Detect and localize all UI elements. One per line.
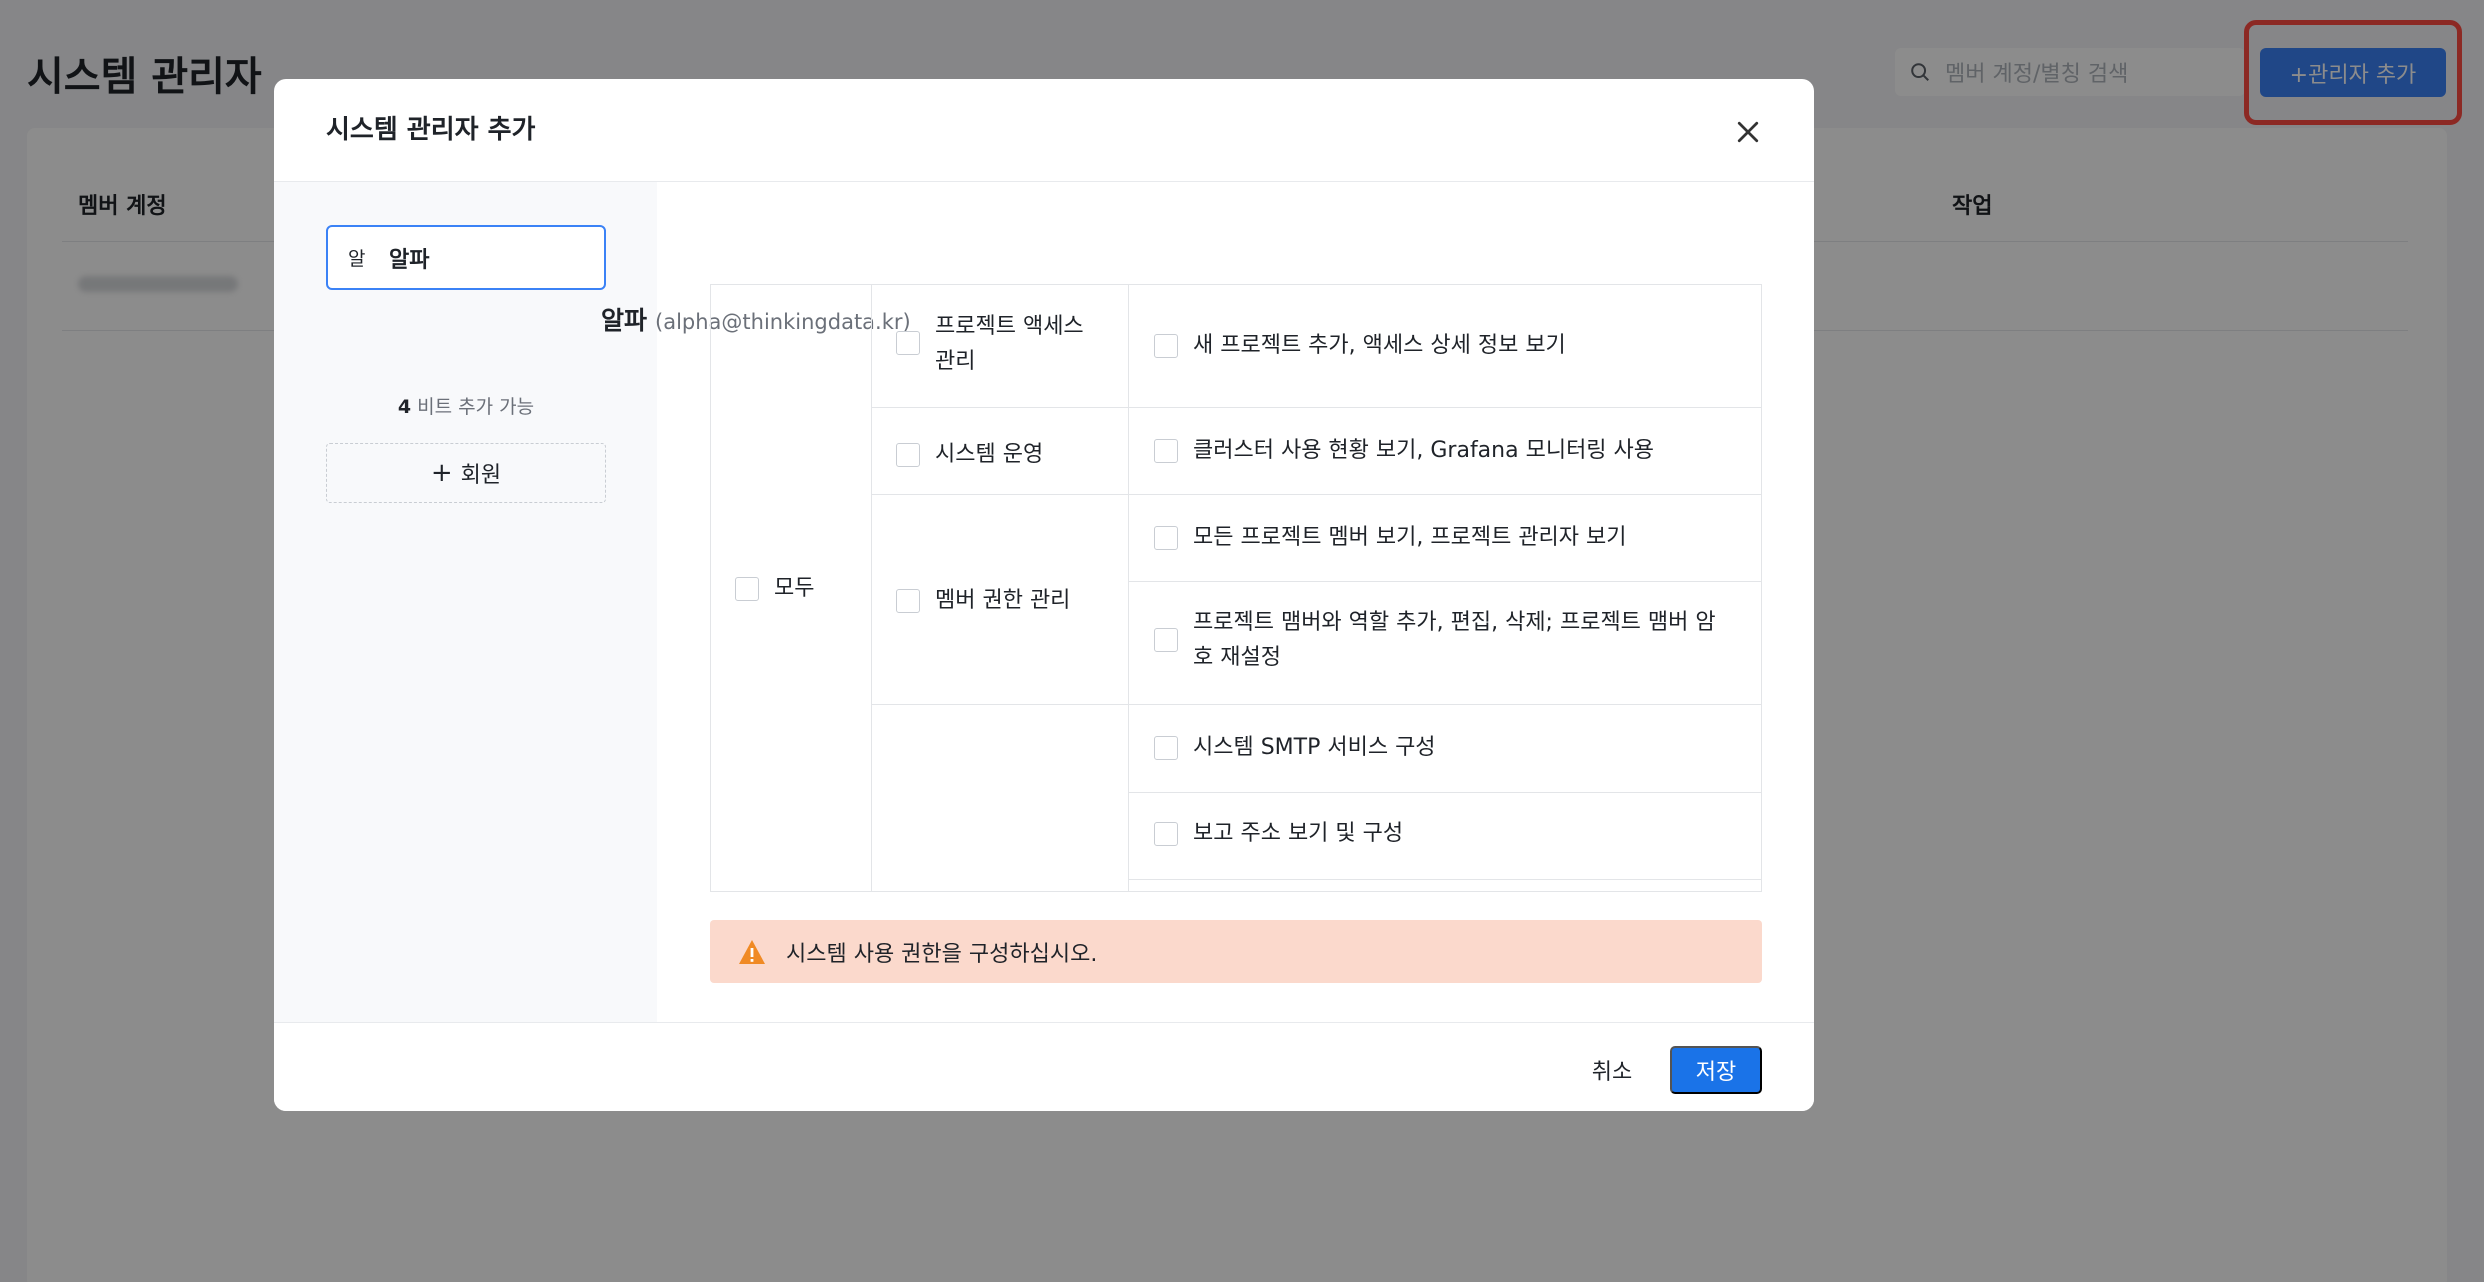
row-divider (1129, 494, 1761, 495)
permission-all-column: 모두 (711, 285, 872, 891)
warning-alert: 시스템 사용 권한을 구성하십시오. (710, 920, 1762, 983)
permission-group-label: 프로젝트 액세스 관리 (935, 314, 1084, 374)
permission-table: 모두 프로젝트 액세스 관리 시스템 운영 멤버 권한 관리 새 프로젝트 추가… (710, 284, 1762, 892)
checkbox-group-project-access[interactable] (896, 331, 920, 355)
checkbox-group-member-auth[interactable] (896, 588, 920, 613)
add-admin-modal: 시스템 관리자 추가 알 알파 4 비트 추가 가능 + 회원 알파 (alpha… (274, 79, 1814, 1111)
permission-group-label: 시스템 운영 (935, 442, 1044, 467)
member-item-selected[interactable]: 알 알파 (326, 225, 606, 290)
permission-group-member-auth[interactable]: 멤버 권한 관리 (896, 583, 1070, 618)
permission-all-label: 모두 (774, 576, 815, 601)
permission-item[interactable]: 보고 주소 보기 및 구성 (1154, 816, 1403, 851)
add-member-label: 회원 (460, 463, 502, 488)
permission-item-label: 새 프로젝트 추가, 액세스 상세 정보 보기 (1193, 333, 1566, 358)
permission-group-system-ops[interactable]: 시스템 운영 (896, 437, 1043, 472)
permission-item-label: 모든 프로젝트 멤버 보기, 프로젝트 관리자 보기 (1193, 525, 1627, 550)
permission-group-column: 프로젝트 액세스 관리 시스템 운영 멤버 권한 관리 (872, 285, 1129, 891)
permission-item[interactable]: 모든 프로젝트 멤버 보기, 프로젝트 관리자 보기 (1154, 520, 1627, 555)
add-member-button[interactable]: + 회원 (326, 443, 606, 503)
row-divider (1129, 704, 1761, 705)
row-divider (872, 704, 1129, 705)
permission-item[interactable]: 클러스터 사용 현황 보기, Grafana 모니터링 사용 (1154, 433, 1654, 468)
add-count-text: 4 비트 추가 가능 (397, 396, 535, 418)
warning-icon (739, 939, 765, 964)
checkbox-item[interactable] (1154, 821, 1178, 846)
permission-item-label: 보고 주소 보기 및 구성 (1193, 821, 1404, 846)
member-list-pane: 알 알파 4 비트 추가 가능 + 회원 (274, 182, 657, 1022)
member-name: 알파 (389, 247, 430, 273)
permission-group-project-access[interactable]: 프로젝트 액세스 관리 (896, 309, 1116, 379)
row-divider (1129, 792, 1761, 793)
row-divider (872, 494, 1129, 495)
avatar: 알 (348, 248, 366, 270)
permission-all[interactable]: 모두 (735, 571, 814, 606)
permission-item-label: 프로젝트 맴버와 역할 추가, 편집, 삭제; 프로젝트 맴버 암호 재설정 (1193, 610, 1716, 670)
close-icon[interactable] (1733, 117, 1763, 147)
plus-icon: + (430, 458, 453, 488)
permission-group-label: 멤버 권한 관리 (935, 588, 1071, 613)
permission-item-label: 클러스터 사용 현황 보기, Grafana 모니터링 사용 (1193, 438, 1655, 463)
permission-item[interactable]: 프로젝트 맴버와 역할 추가, 편집, 삭제; 프로젝트 맴버 암호 재설정 (1154, 605, 1734, 675)
checkbox-item[interactable] (1154, 628, 1178, 652)
row-divider (1129, 879, 1761, 880)
row-divider (872, 407, 1129, 408)
save-button[interactable]: 저장 (1670, 1046, 1762, 1094)
checkbox-group-system-ops[interactable] (896, 442, 920, 467)
row-divider (1129, 407, 1761, 408)
checkbox-item[interactable] (1154, 333, 1178, 358)
modal-footer: 취소 저장 (274, 1022, 1814, 1111)
modal-title: 시스템 관리자 추가 (326, 115, 536, 145)
permission-item[interactable]: 시스템 SMTP 서비스 구성 (1154, 730, 1436, 765)
checkbox-item[interactable] (1154, 525, 1178, 550)
modal-header: 시스템 관리자 추가 (274, 79, 1814, 182)
checkbox-item[interactable] (1154, 735, 1178, 760)
permission-item-label: 시스템 SMTP 서비스 구성 (1193, 735, 1436, 760)
checkbox-item[interactable] (1154, 438, 1178, 463)
warning-text: 시스템 사용 권한을 구성하십시오. (786, 941, 1098, 967)
permission-item[interactable]: 새 프로젝트 추가, 액세스 상세 정보 보기 (1154, 328, 1566, 363)
cancel-button[interactable]: 취소 (1572, 1046, 1652, 1094)
row-divider (1129, 581, 1761, 582)
checkbox-all[interactable] (735, 576, 759, 601)
